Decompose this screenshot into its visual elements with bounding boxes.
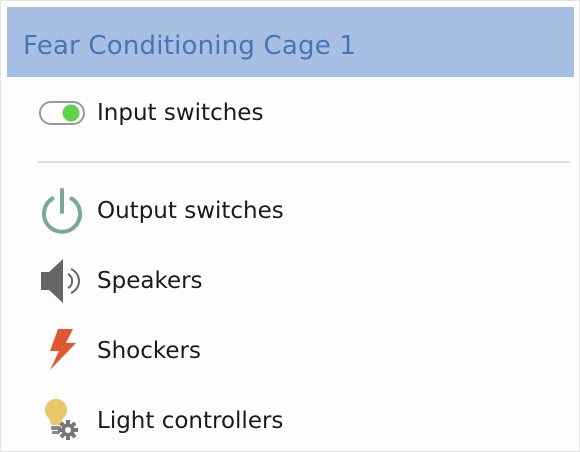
menu-item-output-switches[interactable]: Output switches	[38, 186, 538, 236]
section-divider	[38, 161, 570, 163]
panel-title: Fear Conditioning Cage 1	[23, 31, 357, 61]
menu-item-label: Input switches	[97, 100, 264, 126]
menu-item-label: Speakers	[97, 268, 203, 294]
speaker-icon	[38, 256, 86, 306]
menu-item-shockers[interactable]: Shockers	[38, 326, 538, 376]
device-panel: Fear Conditioning Cage 1 Input switches …	[0, 0, 580, 452]
light-bulb-gear-icon	[38, 396, 86, 446]
menu-item-label: Output switches	[97, 198, 284, 224]
toggle-on-icon	[38, 88, 86, 138]
power-icon	[38, 186, 86, 236]
panel-header: Fear Conditioning Cage 1	[7, 7, 574, 77]
menu-item-label: Shockers	[97, 338, 201, 364]
menu-item-input-switches[interactable]: Input switches	[38, 88, 538, 138]
menu-item-label: Light controllers	[97, 408, 284, 434]
menu-item-speakers[interactable]: Speakers	[38, 256, 538, 306]
menu-item-light-controllers[interactable]: Light controllers	[38, 396, 538, 446]
lightning-bolt-icon	[38, 326, 86, 376]
